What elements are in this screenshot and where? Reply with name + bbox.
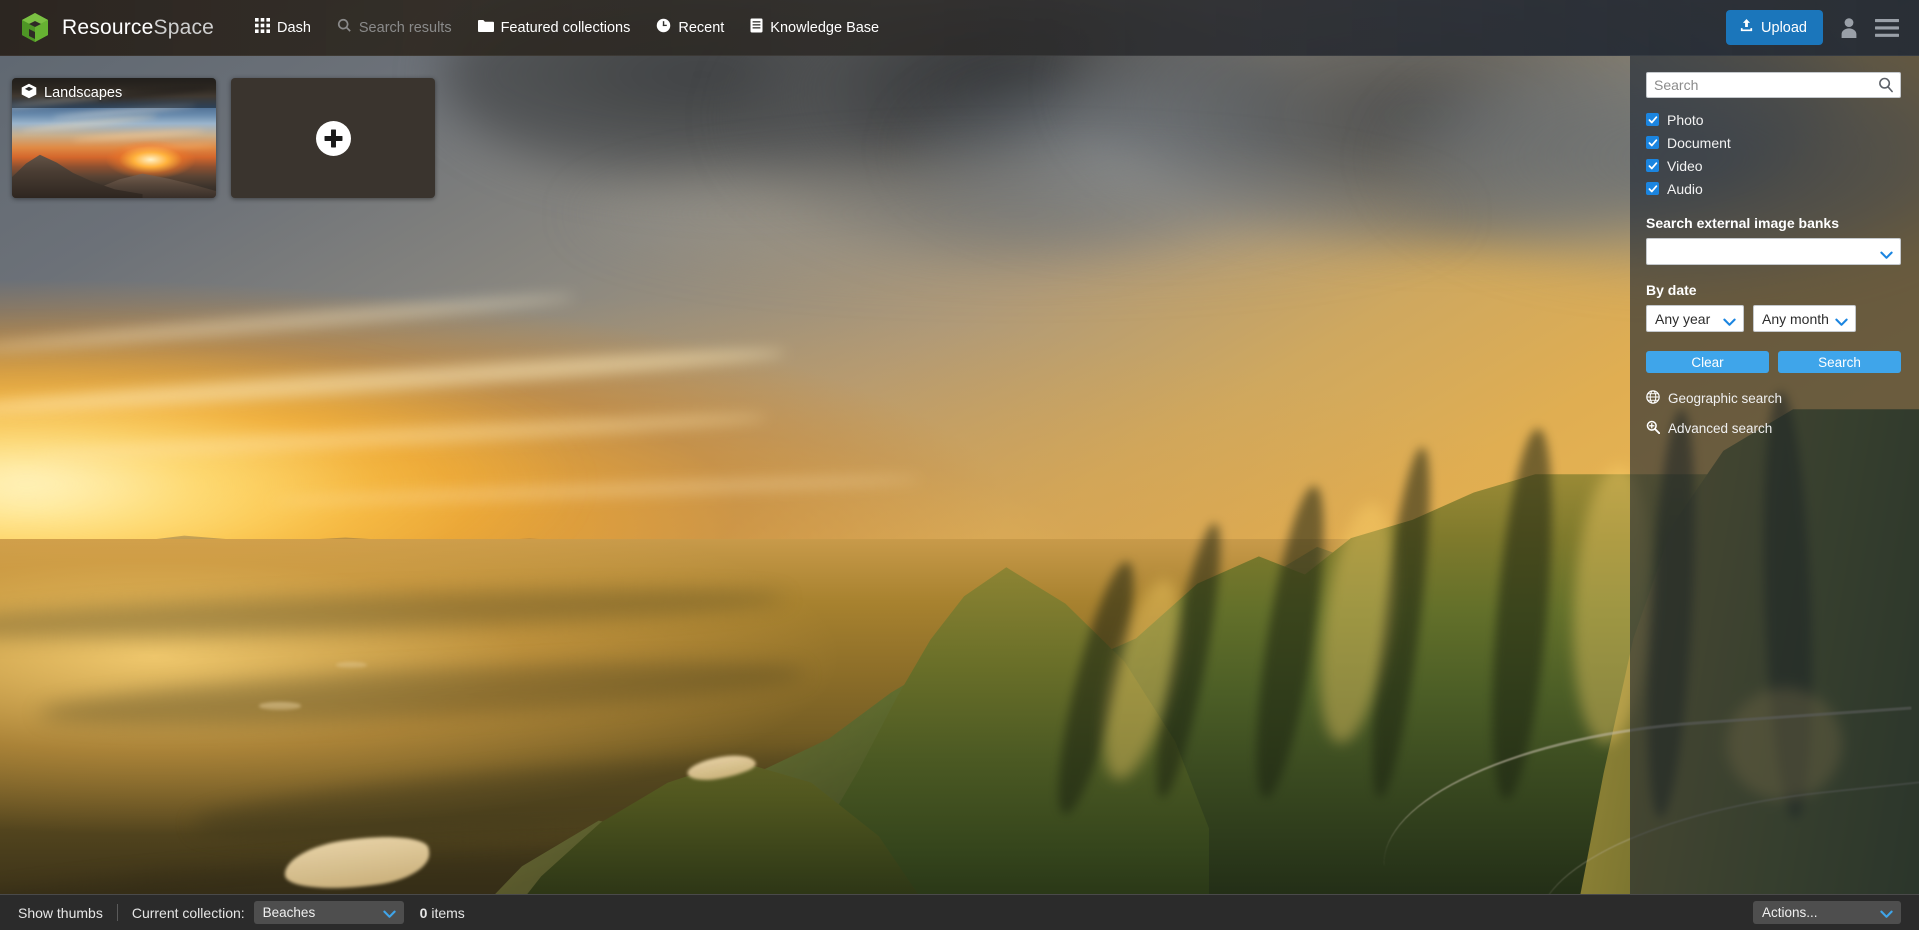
main-navigation: Dash Search results Featured collections <box>242 0 892 56</box>
brand-logo-link[interactable]: ResourceSpace <box>0 11 214 45</box>
hamburger-menu-icon[interactable] <box>1875 18 1899 37</box>
upload-button-label: Upload <box>1761 19 1807 36</box>
resource-type-document[interactable]: Document <box>1646 133 1901 152</box>
clear-button[interactable]: Clear <box>1646 351 1769 373</box>
add-collection-tile[interactable] <box>231 78 435 198</box>
nav-label-featured-collections: Featured collections <box>500 19 631 36</box>
chevron-down-icon <box>383 907 396 922</box>
chevron-down-icon <box>1880 247 1893 263</box>
nav-label-dash: Dash <box>277 19 311 36</box>
bottom-status-bar: Show thumbs Current collection: Beaches … <box>0 894 1919 930</box>
nav-label-recent: Recent <box>678 19 725 36</box>
nav-item-dash[interactable]: Dash <box>242 0 324 56</box>
cube-icon <box>21 83 37 103</box>
nav-label-knowledge-base: Knowledge Base <box>770 19 880 36</box>
geographic-search-label: Geographic search <box>1668 391 1783 406</box>
checkbox-checked-icon[interactable] <box>1646 113 1659 126</box>
nav-item-recent[interactable]: Recent <box>643 0 737 56</box>
collection-tile-title: Landscapes <box>44 85 123 101</box>
resource-type-audio-label[interactable]: Audio <box>1667 181 1703 197</box>
by-date-heading: By date <box>1646 282 1697 298</box>
checkbox-checked-icon[interactable] <box>1646 182 1659 195</box>
chevron-down-icon <box>1880 907 1893 922</box>
actions-select[interactable]: Actions... <box>1753 901 1901 924</box>
resourcespace-cube-logo-icon <box>18 11 52 45</box>
current-collection-select[interactable]: Beaches <box>253 901 404 924</box>
search-icon <box>337 18 352 37</box>
resource-type-document-label[interactable]: Document <box>1667 135 1731 151</box>
collection-tile-header: Landscapes <box>12 78 216 108</box>
show-thumbs-link[interactable]: Show thumbs <box>18 905 103 921</box>
thumb-cloud <box>124 142 214 152</box>
items-count-number: 0 <box>419 904 428 921</box>
search-actions-row: Clear Search <box>1646 351 1901 373</box>
year-select[interactable]: Any year <box>1646 305 1744 332</box>
brand-name-second: Space <box>153 15 215 39</box>
advanced-search-link[interactable]: Advanced search <box>1646 420 1901 437</box>
nav-item-search-results[interactable]: Search results <box>324 0 465 56</box>
nav-item-knowledge-base[interactable]: Knowledge Base <box>737 0 892 56</box>
search-field-wrapper <box>1646 72 1901 98</box>
items-count: 0 items <box>420 905 465 921</box>
checkbox-checked-icon[interactable] <box>1646 159 1659 172</box>
plus-icon <box>315 120 351 156</box>
resource-type-audio[interactable]: Audio <box>1646 179 1901 198</box>
chevron-down-icon <box>1835 314 1848 330</box>
grid-icon <box>255 18 271 37</box>
external-banks-heading: Search external image banks <box>1646 215 1839 231</box>
resource-type-photo-label[interactable]: Photo <box>1667 112 1704 128</box>
thumb-cloud <box>22 114 157 134</box>
nav-item-featured-collections[interactable]: Featured collections <box>465 0 644 56</box>
current-collection-label: Current collection: <box>131 904 245 921</box>
clock-icon <box>656 18 671 37</box>
search-input[interactable] <box>1646 72 1901 98</box>
current-collection-value: Beaches <box>262 905 316 920</box>
brand-name: ResourceSpace <box>62 16 214 40</box>
folder-icon <box>477 19 494 37</box>
collection-tile-landscapes[interactable]: Landscapes <box>12 78 216 198</box>
upload-button[interactable]: Upload <box>1726 10 1823 45</box>
nav-label-search-results: Search results <box>358 19 452 36</box>
actions-value: Actions... <box>1762 905 1818 920</box>
thumb-cloud <box>73 128 204 143</box>
user-avatar-icon[interactable] <box>1839 17 1859 38</box>
month-value: Any month <box>1762 310 1829 327</box>
advanced-search-label: Advanced search <box>1668 421 1773 436</box>
search-button[interactable]: Search <box>1778 351 1901 373</box>
resource-type-video-label[interactable]: Video <box>1667 158 1703 174</box>
featured-collection-tiles: Landscapes <box>12 78 435 198</box>
year-value: Any year <box>1655 310 1711 327</box>
month-select[interactable]: Any month <box>1753 305 1856 332</box>
resource-type-photo[interactable]: Photo <box>1646 110 1901 129</box>
lake-shape <box>335 662 367 668</box>
top-header-bar: ResourceSpace Dash Search results Featur… <box>0 0 1919 56</box>
checkbox-checked-icon[interactable] <box>1646 136 1659 149</box>
upload-icon <box>1739 18 1754 37</box>
brand-name-first: Resource <box>62 15 154 39</box>
globe-icon <box>1646 390 1660 407</box>
resource-type-video[interactable]: Video <box>1646 156 1901 175</box>
geographic-search-link[interactable]: Geographic search <box>1646 390 1901 407</box>
lake-shape <box>259 702 302 710</box>
magnifier-plus-icon <box>1646 420 1661 437</box>
date-filter-row: Any year Any month <box>1646 305 1901 332</box>
thumb-mountain <box>12 154 143 198</box>
book-icon <box>750 18 763 37</box>
header-actions: Upload <box>1726 10 1919 45</box>
chevron-down-icon <box>1723 314 1736 330</box>
external-image-banks-select[interactable] <box>1646 238 1901 265</box>
search-sidebar-panel: Photo Document Video Audio Search extern… <box>1630 56 1919 894</box>
items-count-label: items <box>431 904 465 921</box>
divider <box>116 904 118 921</box>
